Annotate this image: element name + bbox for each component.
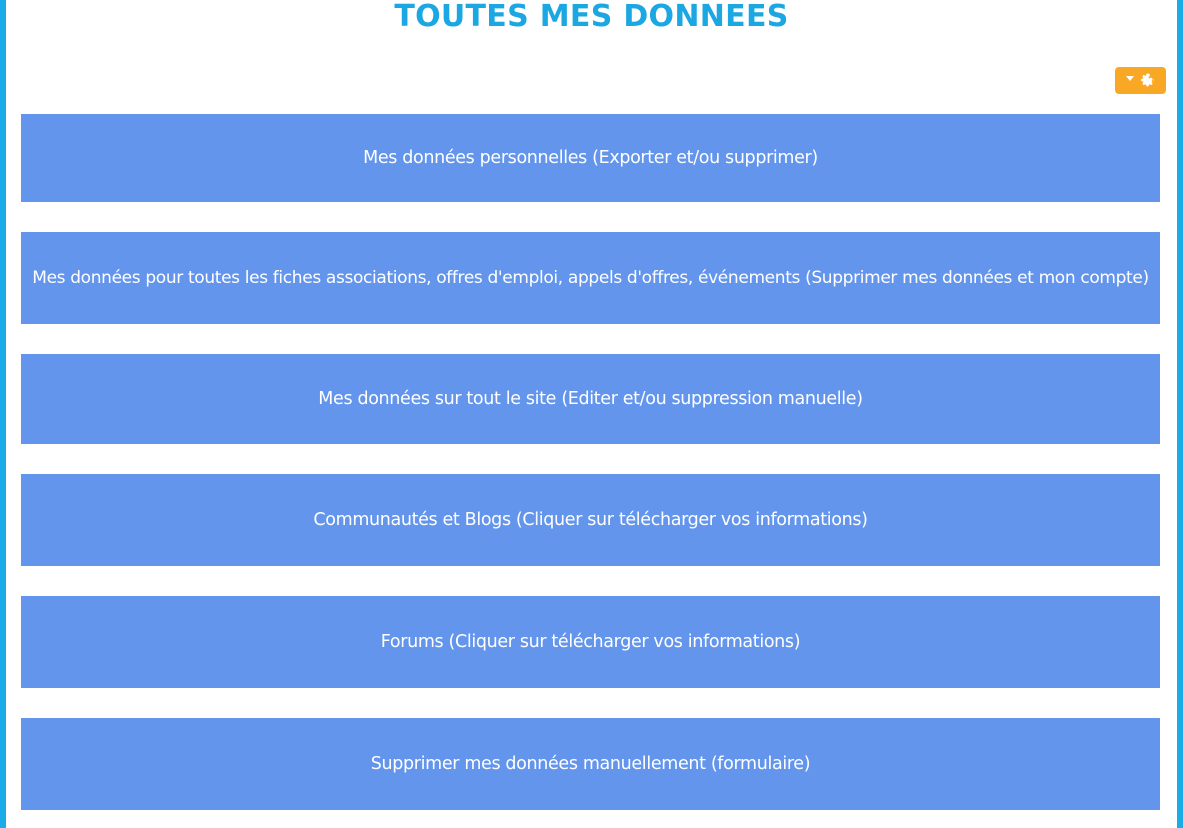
- communities-blogs-tile[interactable]: Communautés et Blogs (Cliquer sur téléch…: [21, 474, 1160, 566]
- listings-data-tile[interactable]: Mes données pour toutes les fiches assoc…: [21, 232, 1160, 324]
- page-frame-left: [0, 0, 6, 828]
- caret-down-icon: [1126, 75, 1134, 81]
- personal-data-tile[interactable]: Mes données personnelles (Exporter et/ou…: [21, 114, 1160, 202]
- tile-label: Communautés et Blogs (Cliquer sur téléch…: [313, 510, 868, 530]
- delete-data-form-tile[interactable]: Supprimer mes données manuellement (form…: [21, 718, 1160, 810]
- settings-dropdown-button[interactable]: [1115, 67, 1166, 94]
- tile-label: Mes données personnelles (Exporter et/ou…: [363, 148, 818, 168]
- gear-icon: [1140, 73, 1155, 88]
- page-frame-right: [1177, 0, 1183, 828]
- tile-label: Forums (Cliquer sur télécharger vos info…: [380, 632, 801, 652]
- tile-label: Supprimer mes données manuellement (form…: [370, 754, 811, 774]
- page-title: TOUTES MES DONNEES: [394, 0, 789, 34]
- site-data-tile[interactable]: Mes données sur tout le site (Editer et/…: [21, 354, 1160, 444]
- tile-label: Mes données pour toutes les fiches assoc…: [32, 268, 1149, 288]
- tile-label: Mes données sur tout le site (Editer et/…: [318, 389, 863, 409]
- forums-tile[interactable]: Forums (Cliquer sur télécharger vos info…: [21, 596, 1160, 688]
